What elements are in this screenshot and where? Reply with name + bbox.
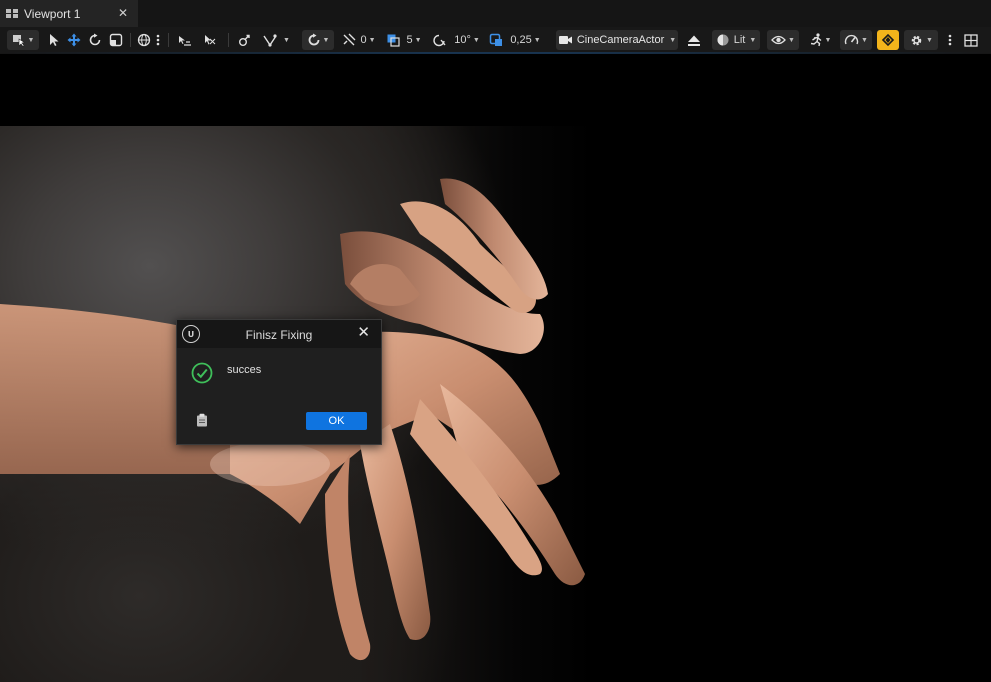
snap-cursor-icon xyxy=(204,35,215,45)
chevron-down-icon: ▼ xyxy=(322,36,330,44)
viewport-toolbar: ▼ ▼ ▼ 0 ▼ 5 ▼ 10° ▼ 0,25 ▼ CineCameraAct… xyxy=(0,27,991,53)
selection-mode-dropdown[interactable]: ▼ xyxy=(7,30,39,50)
scale-snap-value: 0,25 xyxy=(510,34,532,46)
tab-label: Viewport 1 xyxy=(24,6,81,21)
running-man-icon xyxy=(810,33,821,47)
success-check-icon xyxy=(191,362,213,384)
translate-snap-value: 0 xyxy=(360,34,367,46)
drop-to-floor-button[interactable] xyxy=(200,30,218,50)
chevron-down-icon: ▼ xyxy=(861,36,868,44)
surface-snapping-button[interactable] xyxy=(175,30,193,50)
lit-sphere-icon xyxy=(717,34,729,46)
dialog-title: Finisz Fixing xyxy=(245,328,313,342)
video-camera-icon xyxy=(558,36,572,44)
layout-grid-icon xyxy=(964,33,978,47)
toolbar-overflow-button[interactable] xyxy=(945,30,955,50)
tab-viewport-1[interactable]: Viewport 1 ✕ xyxy=(0,0,138,27)
message-dialog: U Finisz Fixing ✕ succes OK xyxy=(176,319,382,445)
ok-button[interactable]: OK xyxy=(306,412,367,430)
translate-snap-dropdown[interactable]: 0 ▼ xyxy=(341,30,377,50)
surface-snap-icon xyxy=(178,36,191,46)
view-mode-label: Lit xyxy=(733,34,746,46)
grid-size-value: 5 xyxy=(406,34,413,46)
game-mode-dropdown[interactable]: ▼ xyxy=(806,30,834,50)
tab-bar: Viewport 1 ✕ xyxy=(0,0,991,27)
eject-icon xyxy=(688,35,700,46)
dialog-close-icon[interactable]: ✕ xyxy=(357,324,370,342)
pivot-button[interactable] xyxy=(235,30,253,50)
gauge-icon xyxy=(844,34,859,45)
camera-dropdown[interactable]: CineCameraActor ▼ xyxy=(556,30,678,50)
grid-size-icon xyxy=(387,34,401,47)
chevron-down-icon: ▼ xyxy=(283,36,290,44)
chevron-down-icon: ▼ xyxy=(926,36,933,44)
toolbar-divider xyxy=(168,33,169,47)
view-mode-dropdown[interactable]: Lit ▼ xyxy=(712,30,760,50)
grid-snap-icon xyxy=(343,33,356,46)
show-flags-dropdown[interactable]: ▼ xyxy=(767,30,799,50)
pivot-icon xyxy=(238,34,250,46)
transform-mode-dropdown[interactable]: ▼ xyxy=(302,30,334,50)
scale-snap-dropdown[interactable]: 0,25 ▼ xyxy=(488,30,542,50)
layout-button[interactable] xyxy=(962,30,980,50)
translate-tool-button[interactable] xyxy=(65,30,83,50)
globe-icon xyxy=(137,33,151,47)
performance-dropdown[interactable]: ▼ xyxy=(840,30,872,50)
realtime-toggle-button[interactable] xyxy=(877,30,899,50)
chevron-down-icon: ▼ xyxy=(414,36,422,44)
arrow-cursor-icon xyxy=(50,34,59,46)
chevron-down-icon: ▼ xyxy=(472,36,480,44)
viewport-layout-icon xyxy=(6,8,18,19)
dialog-message: succes xyxy=(227,364,262,376)
chevron-down-icon: ▼ xyxy=(788,36,795,44)
tab-close-icon[interactable]: ✕ xyxy=(118,6,128,20)
rotation-snap-dropdown[interactable]: 10° ▼ xyxy=(431,30,481,50)
viewport-settings-dropdown[interactable]: ▼ xyxy=(904,30,938,50)
rotation-snap-value: 10° xyxy=(454,34,471,46)
dialog-title-bar[interactable]: U Finisz Fixing ✕ xyxy=(177,320,381,348)
coordinate-space-button[interactable] xyxy=(136,30,152,50)
chevron-down-icon: ▼ xyxy=(533,36,541,44)
pivot-options-dropdown[interactable]: ▼ xyxy=(259,30,293,50)
realtime-icon xyxy=(881,33,895,47)
hands-render xyxy=(0,178,585,661)
scale-snap-icon xyxy=(490,33,503,46)
scale-icon xyxy=(109,33,123,47)
clipboard-icon[interactable] xyxy=(196,413,208,427)
select-mode-icon xyxy=(12,35,25,47)
level-viewport[interactable]: U Finisz Fixing ✕ succes OK xyxy=(0,54,991,682)
chevron-down-icon: ▼ xyxy=(749,36,757,44)
chevron-down-icon: ▼ xyxy=(368,36,376,44)
rotate-snap-icon xyxy=(308,33,319,46)
chevron-down-icon: ▼ xyxy=(824,36,832,44)
rotation-snap-icon xyxy=(433,34,446,47)
eject-button[interactable] xyxy=(685,30,703,50)
chevron-down-icon: ▼ xyxy=(27,36,35,44)
rotate-tool-button[interactable] xyxy=(86,30,104,50)
toolbar-divider xyxy=(130,33,131,47)
scale-tool-button[interactable] xyxy=(107,30,125,50)
camera-label: CineCameraActor xyxy=(576,34,665,46)
chevron-down-icon: ▼ xyxy=(669,36,677,44)
grid-size-dropdown[interactable]: 5 ▼ xyxy=(385,30,423,50)
move-arrows-icon xyxy=(67,33,81,47)
more-options-button[interactable] xyxy=(154,30,162,50)
eye-icon xyxy=(771,35,786,45)
vertex-snap-icon xyxy=(263,34,277,47)
kebab-menu-icon xyxy=(948,34,952,46)
gear-icon xyxy=(911,35,922,45)
rotate-icon xyxy=(89,33,101,46)
select-tool-button[interactable] xyxy=(46,30,62,50)
toolbar-divider xyxy=(228,33,229,47)
kebab-menu-icon xyxy=(156,34,160,46)
